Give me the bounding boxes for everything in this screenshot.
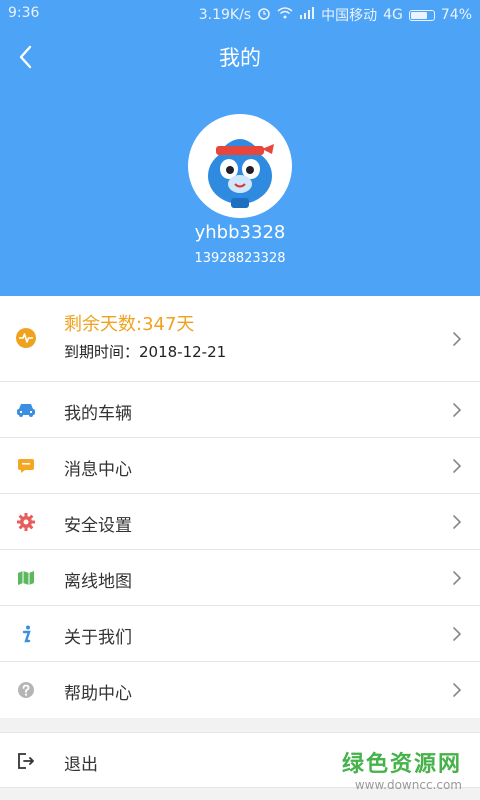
avatar[interactable]	[188, 114, 292, 218]
chevron-right-icon	[453, 571, 462, 585]
menu-item-help-center[interactable]: 帮助中心	[0, 662, 480, 718]
chevron-right-icon	[453, 515, 462, 529]
menu-item-security-settings[interactable]: 安全设置	[0, 494, 480, 550]
alarm-icon	[257, 6, 271, 24]
subscription-row[interactable]: 剩余天数:347天 到期时间：2018-12-21	[0, 296, 480, 382]
mascot-avatar-image	[208, 139, 274, 208]
watermark-brand: 绿色资源网	[341, 752, 462, 777]
network-type: 4G	[383, 7, 403, 23]
status-right: 3.19K/s 中国移动 4G 74%	[199, 5, 472, 25]
battery-icon	[408, 9, 435, 21]
network-speed: 3.19K/s	[198, 7, 252, 23]
pulse-icon	[16, 328, 36, 352]
car-icon	[16, 400, 36, 420]
message-icon	[16, 456, 36, 476]
menu-label: 帮助中心	[64, 684, 132, 704]
menu-item-message-center[interactable]: 消息中心	[0, 438, 480, 494]
logout-icon	[16, 751, 36, 771]
carrier-name: 中国移动	[321, 8, 378, 24]
chevron-right-icon	[453, 459, 462, 473]
help-icon	[16, 680, 36, 700]
username: yhbb3328	[194, 222, 286, 243]
chevron-right-icon	[453, 403, 462, 417]
battery-fill	[410, 11, 427, 19]
menu-label: 关于我们	[64, 628, 132, 648]
battery-percent: 74%	[440, 7, 472, 23]
logout-label: 退出	[64, 755, 98, 775]
menu-item-about-us[interactable]: 关于我们	[0, 606, 480, 662]
menu-label: 安全设置	[64, 516, 132, 536]
remaining-days: 剩余天数:347天	[64, 314, 195, 335]
chevron-right-icon	[453, 332, 462, 346]
menu-label: 我的车辆	[64, 404, 132, 424]
phone-number: 13928823328	[194, 251, 286, 266]
watermark: 绿色资源网 www.downcc.com	[342, 746, 462, 792]
watermark-url: www.downcc.com	[354, 778, 462, 792]
signal-icon	[299, 7, 315, 23]
wifi-icon	[277, 7, 293, 23]
map-icon	[16, 568, 36, 588]
info-icon	[16, 624, 36, 644]
menu-item-my-vehicles[interactable]: 我的车辆	[0, 382, 480, 438]
status-bar: 9:36 3.19K/s 中国移动 4G 74%	[0, 0, 480, 26]
profile-header: 9:36 3.19K/s 中国移动 4G 74% 我的 yhbb3328 139…	[0, 0, 480, 296]
menu-item-offline-map[interactable]: 离线地图	[0, 550, 480, 606]
page-title: 我的	[219, 46, 261, 70]
menu-label: 离线地图	[64, 572, 132, 592]
menu-label: 消息中心	[64, 460, 132, 480]
gear-icon	[16, 512, 36, 532]
chevron-right-icon	[453, 627, 462, 641]
expire-date: 到期时间：2018-12-21	[64, 343, 227, 361]
chevron-right-icon	[453, 683, 462, 697]
status-time: 9:36	[8, 5, 40, 21]
